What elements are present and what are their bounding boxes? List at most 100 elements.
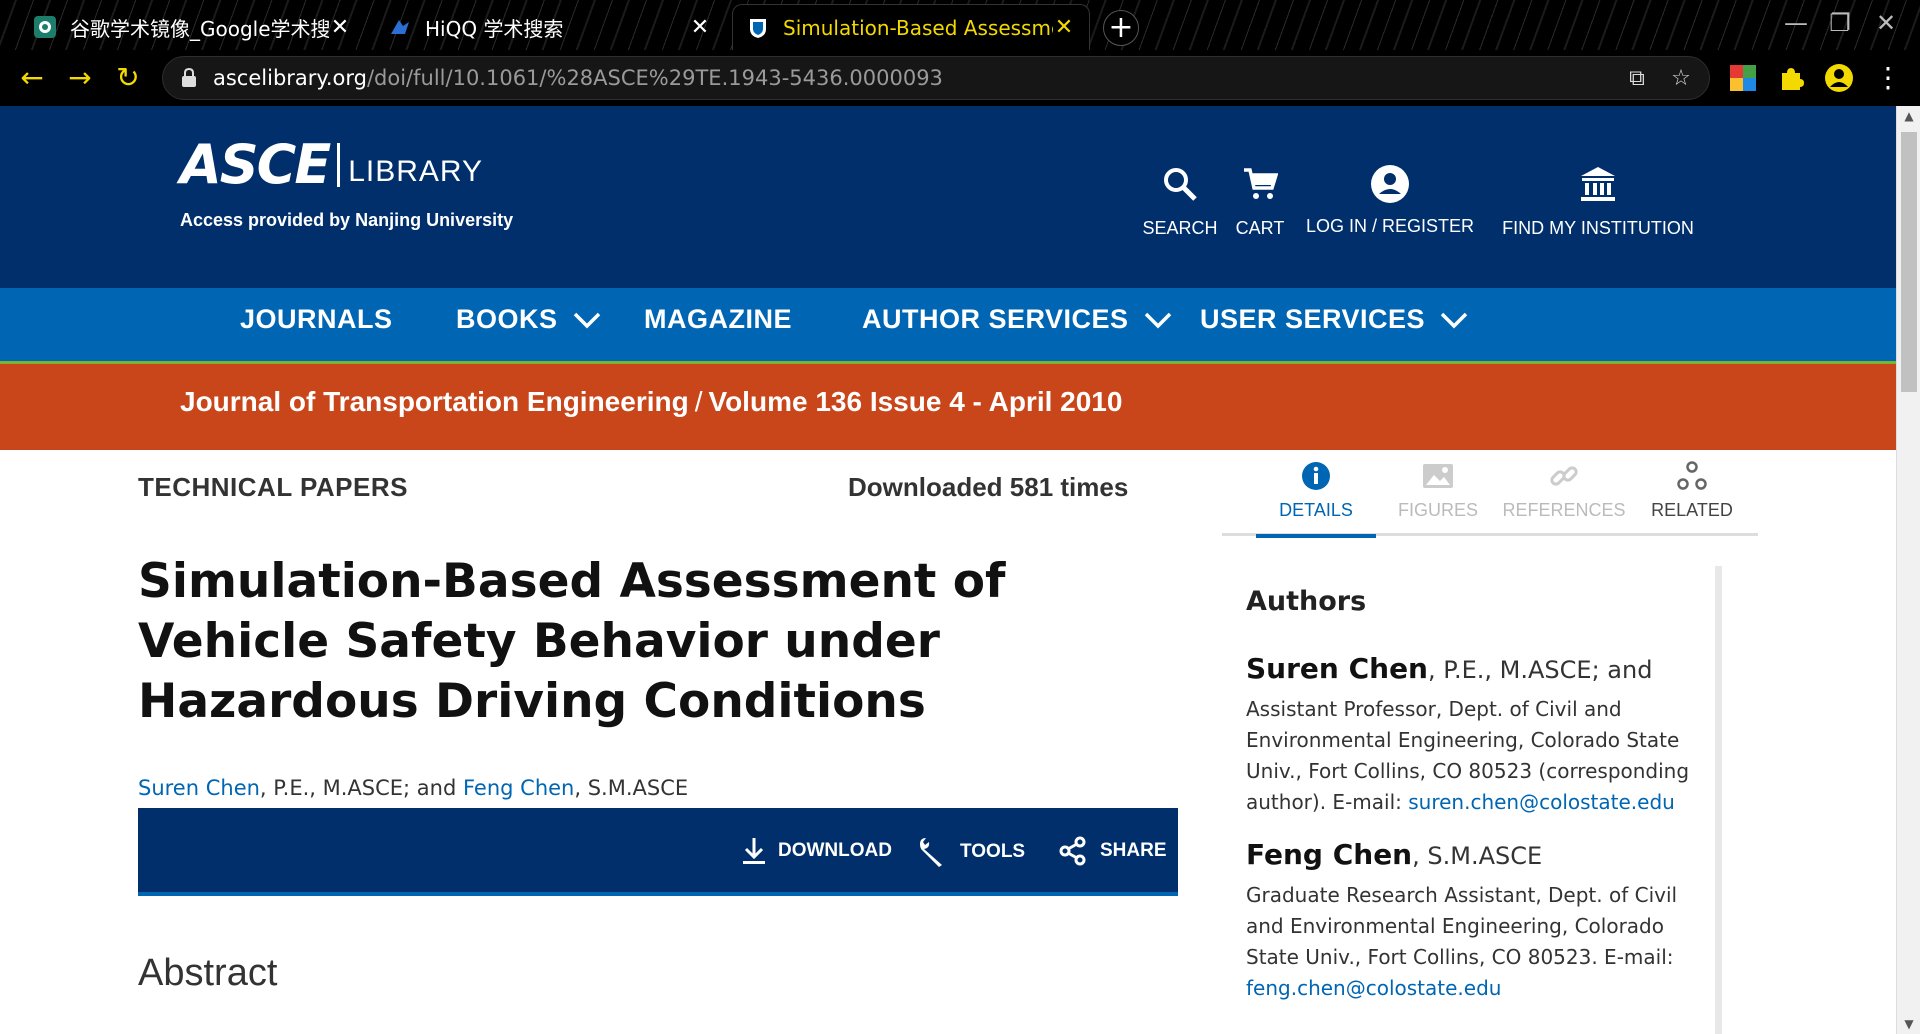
user-account-icon — [1300, 162, 1480, 206]
access-provided-text: Access provided by Nanjing University — [180, 210, 514, 230]
login-label: LOG IN / REGISTER — [1305, 216, 1475, 236]
nav-author-services[interactable]: AUTHOR SERVICES — [862, 304, 1173, 335]
browser-toolbar: ← → ↻ ascelibrary.org/doi/full/10.1061/%… — [0, 50, 1920, 106]
browser-tab-active[interactable]: Simulation-Based Assessment ✕ — [732, 4, 1090, 50]
tab-label: FIGURES — [1397, 500, 1478, 520]
author-name: Feng Chen, S.M.ASCE — [1246, 838, 1543, 871]
extensions-puzzle-icon[interactable] — [1776, 63, 1806, 93]
url-text: ascelibrary.org/doi/full/10.1061/%28ASCE… — [213, 66, 943, 90]
article-title: Simulation-Based Assessment of Vehicle S… — [138, 554, 1006, 729]
close-window-icon[interactable]: ✕ — [1866, 8, 1906, 38]
back-arrow-icon[interactable]: ← — [12, 58, 52, 98]
image-icon — [1378, 456, 1498, 496]
related-nodes-icon — [1632, 456, 1752, 496]
side-panel-tabs: DETAILS FIGURES REFERENCES RELATED — [1222, 456, 1758, 538]
search-label: SEARCH — [1142, 218, 1218, 238]
minimize-icon[interactable]: — — [1776, 8, 1816, 38]
nav-user-services[interactable]: USER SERVICES — [1200, 304, 1469, 335]
close-tab-icon[interactable]: ✕ — [689, 15, 711, 40]
search-icon — [1140, 162, 1220, 206]
journal-link[interactable]: Journal of Transportation Engineering — [180, 386, 689, 417]
browser-tab[interactable]: HiQQ 学术搜索 ✕ — [375, 4, 725, 50]
close-tab-icon[interactable]: ✕ — [329, 15, 351, 40]
download-icon — [743, 838, 765, 864]
download-button[interactable]: DOWNLOAD — [742, 836, 892, 866]
share-label: SHARE — [1100, 840, 1167, 861]
email-link[interactable]: suren.chen@colostate.edu — [1408, 790, 1675, 814]
breadcrumb-separator: / — [694, 386, 703, 417]
tab-label: REFERENCES — [1502, 500, 1626, 520]
tab-references[interactable]: REFERENCES — [1500, 456, 1628, 521]
cart-link[interactable]: CART — [1228, 162, 1292, 239]
close-tab-icon[interactable]: ✕ — [1053, 15, 1075, 40]
author-affiliation: Assistant Professor, Dept. of Civil and … — [1246, 697, 1690, 814]
chevron-down-icon — [1440, 312, 1468, 328]
share-button[interactable]: SHARE — [1058, 836, 1167, 866]
menu-dots-icon[interactable]: ⋮ — [1868, 58, 1908, 98]
asce-library-logo[interactable]: ASCE LIBRARY — [180, 138, 483, 192]
share-icon — [1059, 836, 1086, 866]
asce-favicon-icon — [747, 17, 769, 39]
cart-icon — [1228, 162, 1292, 206]
logo-asce-text: ASCE — [180, 133, 331, 196]
nav-label: MAGAZINE — [644, 304, 792, 334]
nav-label: USER SERVICES — [1200, 304, 1426, 334]
find-institution-link[interactable]: FIND MY INSTITUTION — [1500, 162, 1696, 239]
bookmark-star-icon[interactable]: ☆ — [1667, 65, 1695, 93]
search-link[interactable]: SEARCH — [1140, 162, 1220, 239]
scholar-favicon-icon — [34, 16, 56, 38]
tools-button[interactable]: TOOLS — [916, 836, 1025, 868]
new-tab-button[interactable]: + — [1103, 10, 1139, 46]
author-link[interactable]: Suren Chen — [138, 776, 260, 800]
author-list: Suren Chen, P.E., M.ASCE; and Feng Chen,… — [138, 776, 688, 800]
issue-link[interactable]: Volume 136 Issue 4 - April 2010 — [708, 386, 1122, 417]
author-suffix: , S.M.ASCE — [574, 776, 689, 800]
web-page: ASCE LIBRARY Access provided by Nanjing U… — [0, 106, 1896, 1034]
article-action-bar: DOWNLOAD TOOLS SHARE — [138, 808, 1178, 896]
tab-label: RELATED — [1651, 500, 1733, 520]
address-bar[interactable]: ascelibrary.org/doi/full/10.1061/%28ASCE… — [162, 56, 1710, 100]
author-name: Suren Chen, P.E., M.ASCE; and — [1246, 652, 1653, 685]
chevron-down-icon — [573, 312, 600, 328]
email-link[interactable]: feng.chen@colostate.edu — [1246, 976, 1501, 1000]
reload-icon[interactable]: ↻ — [108, 58, 148, 98]
tab-label: DETAILS — [1279, 500, 1353, 520]
tab-figures[interactable]: FIGURES — [1378, 456, 1498, 521]
nav-journals[interactable]: JOURNALS — [240, 304, 393, 335]
tab-related[interactable]: RELATED — [1632, 456, 1752, 521]
institution-label: FIND MY INSTITUTION — [1502, 218, 1694, 238]
maximize-icon[interactable]: ❐ — [1820, 8, 1860, 38]
download-count: Downloaded 581 times — [848, 472, 1129, 502]
extension-colorful-icon[interactable] — [1728, 63, 1758, 93]
link-icon — [1500, 456, 1628, 496]
nav-books[interactable]: BOOKS — [456, 304, 602, 335]
wrench-icon — [920, 838, 942, 867]
scrollbar-thumb[interactable] — [1901, 132, 1917, 392]
nav-magazine[interactable]: MAGAZINE — [644, 304, 792, 335]
browser-tab-bar: 谷歌学术镜像_Google学术搜索导 ✕ HiQQ 学术搜索 ✕ Simulat… — [0, 0, 1920, 50]
breadcrumb: Journal of Transportation Engineering / Vo… — [180, 386, 1122, 418]
tab-title: HiQQ 学术搜索 — [425, 16, 564, 41]
logo-library-text: LIBRARY — [348, 155, 484, 188]
scroll-down-arrow-icon[interactable]: ▼ — [1897, 1014, 1920, 1034]
hiqq-favicon-icon — [389, 16, 411, 38]
institution-building-icon — [1500, 162, 1696, 206]
info-icon — [1256, 456, 1376, 496]
forward-arrow-icon[interactable]: → — [60, 58, 100, 98]
translate-icon[interactable]: ⧉ — [1623, 65, 1651, 93]
nav-label: JOURNALS — [240, 304, 393, 334]
chevron-down-icon — [1144, 312, 1171, 328]
tab-details[interactable]: DETAILS — [1256, 456, 1376, 538]
abstract-heading: Abstract — [138, 952, 278, 994]
author-suffix: , P.E., M.ASCE; and — [259, 776, 463, 800]
tab-title: Simulation-Based Assessment — [783, 15, 1053, 40]
author-link[interactable]: Feng Chen — [463, 776, 574, 800]
nav-label: BOOKS — [456, 304, 558, 334]
scroll-up-arrow-icon[interactable]: ▲ — [1897, 106, 1920, 126]
nav-label: AUTHOR SERVICES — [862, 304, 1129, 334]
login-register-link[interactable]: LOG IN / REGISTER — [1300, 162, 1480, 237]
profile-avatar-icon[interactable] — [1824, 63, 1854, 93]
page-scrollbar[interactable]: ▲ ▼ — [1896, 106, 1920, 1034]
browser-tab[interactable]: 谷歌学术镜像_Google学术搜索导 ✕ — [20, 4, 365, 50]
author-affiliation: Graduate Research Assistant, Dept. of Ci… — [1246, 883, 1678, 1000]
